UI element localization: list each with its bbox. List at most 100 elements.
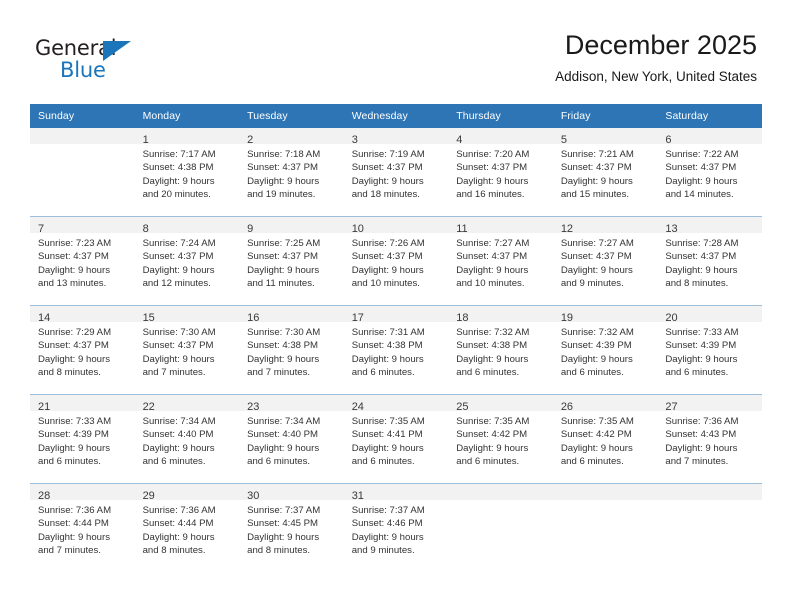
day-number-band: 1 xyxy=(134,128,240,146)
day-details: Sunrise: 7:23 AM Sunset: 4:37 PM Daylight:… xyxy=(30,233,135,290)
day-detail-line: Sunset: 4:44 PM xyxy=(142,518,214,530)
day-detail-line: Sunset: 4:37 PM xyxy=(456,251,528,263)
calendar-day-cell[interactable]: 5 Sunrise: 7:21 AM Sunset: 4:37 PM Daylight… xyxy=(552,128,658,217)
calendar-day-cell[interactable]: 12 Sunrise: 7:27 AM Sunset: 4:37 PM Dayligh… xyxy=(552,216,658,306)
day-details: Sunrise: 7:35 AM Sunset: 4:42 PM Daylight:… xyxy=(448,411,553,468)
day-detail-line: and 12 minutes. xyxy=(142,277,211,289)
day-details: Sunrise: 7:20 AM Sunset: 4:37 PM Daylight:… xyxy=(448,144,553,201)
day-detail-line: and 7 minutes. xyxy=(38,544,101,556)
weekday-header-thursday: Thursday xyxy=(448,104,553,128)
day-detail-line: and 6 minutes. xyxy=(560,366,624,378)
day-detail-line: and 6 minutes. xyxy=(351,366,415,378)
day-details: Sunrise: 7:19 AM Sunset: 4:37 PM Daylight:… xyxy=(344,144,449,201)
day-number-band: 31 xyxy=(343,484,449,502)
day-detail-line: Sunrise: 7:35 AM xyxy=(351,416,425,427)
day-detail-line: and 6 minutes. xyxy=(456,455,520,467)
day-detail-line: Daylight: 9 hours xyxy=(665,264,738,276)
calendar-day-cell[interactable]: 11 Sunrise: 7:27 AM Sunset: 4:37 PM Dayligh… xyxy=(448,216,553,306)
calendar-day-cell[interactable]: 10 Sunrise: 7:26 AM Sunset: 4:37 PM Dayligh… xyxy=(343,216,449,306)
calendar-day-cell[interactable]: 17 Sunrise: 7:31 AM Sunset: 4:38 PM Dayligh… xyxy=(343,305,449,395)
day-number: 25 xyxy=(456,401,469,413)
calendar-day-cell[interactable]: 1 Sunrise: 7:17 AM Sunset: 4:38 PM Daylight… xyxy=(134,128,240,217)
day-number-band: 10 xyxy=(343,217,449,235)
calendar-day-cell[interactable]: 20 Sunrise: 7:33 AM Sunset: 4:39 PM Dayligh… xyxy=(657,305,762,395)
day-detail-line: and 8 minutes. xyxy=(665,277,729,289)
day-detail-line: Sunset: 4:40 PM xyxy=(247,429,319,441)
calendar-day-cell[interactable]: 14 Sunrise: 7:29 AM Sunset: 4:37 PM Dayligh… xyxy=(30,305,135,395)
calendar-day-cell[interactable]: 16 Sunrise: 7:30 AM Sunset: 4:38 PM Dayligh… xyxy=(239,305,344,395)
calendar-day-cell[interactable]: 13 Sunrise: 7:28 AM Sunset: 4:37 PM Dayligh… xyxy=(657,216,762,306)
calendar-day-cell-empty xyxy=(657,483,762,572)
day-detail-line: Sunrise: 7:36 AM xyxy=(142,505,216,516)
day-details: Sunrise: 7:27 AM Sunset: 4:37 PM Daylight:… xyxy=(553,233,658,290)
day-details: Sunrise: 7:36 AM Sunset: 4:43 PM Daylight:… xyxy=(657,411,762,468)
day-details: Sunrise: 7:37 AM Sunset: 4:45 PM Daylight:… xyxy=(239,500,344,557)
day-detail-line: and 7 minutes. xyxy=(142,366,206,378)
calendar-day-cell[interactable]: 2 Sunrise: 7:18 AM Sunset: 4:37 PM Daylight… xyxy=(239,128,344,217)
day-detail-line: Sunset: 4:37 PM xyxy=(38,340,109,352)
day-detail-line: and 6 minutes. xyxy=(247,455,311,467)
calendar-day-cell[interactable]: 24 Sunrise: 7:35 AM Sunset: 4:41 PM Dayligh… xyxy=(343,394,449,484)
calendar-day-cell[interactable]: 31 Sunrise: 7:37 AM Sunset: 4:46 PM Dayligh… xyxy=(343,483,449,572)
day-details: Sunrise: 7:25 AM Sunset: 4:37 PM Daylight:… xyxy=(239,233,344,290)
day-details: Sunrise: 7:30 AM Sunset: 4:38 PM Daylight:… xyxy=(239,322,344,379)
day-detail-line: Daylight: 9 hours xyxy=(560,264,633,276)
day-number: 19 xyxy=(560,312,574,324)
calendar-day-cell[interactable]: 28 Sunrise: 7:36 AM Sunset: 4:44 PM Dayligh… xyxy=(30,483,135,572)
day-detail-line: Sunset: 4:45 PM xyxy=(247,518,319,530)
calendar-day-cell[interactable]: 3 Sunrise: 7:19 AM Sunset: 4:37 PM Daylight… xyxy=(343,128,449,217)
calendar-day-cell[interactable]: 22 Sunrise: 7:34 AM Sunset: 4:40 PM Dayligh… xyxy=(134,394,240,484)
day-detail-line: and 18 minutes. xyxy=(351,188,420,200)
logo-triangle-icon xyxy=(103,41,131,61)
day-number: 7 xyxy=(38,223,45,235)
day-details: Sunrise: 7:22 AM Sunset: 4:37 PM Daylight:… xyxy=(657,144,762,201)
day-number: 6 xyxy=(665,134,672,146)
day-detail-line: Sunrise: 7:32 AM xyxy=(456,327,530,338)
calendar-day-cell[interactable]: 4 Sunrise: 7:20 AM Sunset: 4:37 PM Daylight… xyxy=(448,128,553,217)
calendar-day-cell[interactable]: 8 Sunrise: 7:24 AM Sunset: 4:37 PM Daylight… xyxy=(134,216,240,306)
day-detail-line: Sunset: 4:37 PM xyxy=(142,251,214,263)
calendar-day-cell[interactable]: 23 Sunrise: 7:34 AM Sunset: 4:40 PM Dayligh… xyxy=(239,394,344,484)
calendar-day-cell[interactable]: 9 Sunrise: 7:25 AM Sunset: 4:37 PM Daylight… xyxy=(239,216,344,306)
day-number: 31 xyxy=(351,490,364,502)
day-detail-line: and 10 minutes. xyxy=(456,277,525,289)
day-detail-line: Daylight: 9 hours xyxy=(247,531,320,543)
calendar-day-cell[interactable]: 25 Sunrise: 7:35 AM Sunset: 4:42 PM Dayligh… xyxy=(448,394,553,484)
day-details: Sunrise: 7:33 AM Sunset: 4:39 PM Daylight:… xyxy=(657,322,762,379)
day-detail-line: Sunrise: 7:33 AM xyxy=(665,327,739,338)
calendar-day-cell[interactable]: 15 Sunrise: 7:30 AM Sunset: 4:37 PM Dayligh… xyxy=(134,305,240,395)
day-detail-line: and 9 minutes. xyxy=(560,277,624,289)
calendar-day-cell[interactable]: 6 Sunrise: 7:22 AM Sunset: 4:37 PM Daylight… xyxy=(657,128,762,217)
day-detail-line: Sunrise: 7:24 AM xyxy=(142,238,216,249)
calendar-day-cell[interactable]: 7 Sunrise: 7:23 AM Sunset: 4:37 PM Daylight… xyxy=(30,216,135,306)
generalblue-logo: General Blue xyxy=(35,36,165,84)
day-number: 10 xyxy=(351,223,364,235)
calendar-day-cell[interactable]: 18 Sunrise: 7:32 AM Sunset: 4:38 PM Dayligh… xyxy=(448,305,553,395)
day-details: Sunrise: 7:32 AM Sunset: 4:38 PM Daylight:… xyxy=(448,322,553,379)
calendar-day-cell[interactable]: 30 Sunrise: 7:37 AM Sunset: 4:45 PM Dayligh… xyxy=(239,483,344,572)
day-detail-line: Sunset: 4:38 PM xyxy=(247,340,319,352)
calendar-day-cell-empty xyxy=(552,483,658,572)
day-number-band: 13 xyxy=(657,217,762,235)
calendar-day-cell[interactable]: 21 Sunrise: 7:33 AM Sunset: 4:39 PM Dayligh… xyxy=(30,394,135,484)
day-detail-line: Sunset: 4:37 PM xyxy=(665,251,737,263)
calendar-day-cell[interactable]: 27 Sunrise: 7:36 AM Sunset: 4:43 PM Dayligh… xyxy=(657,394,762,484)
day-number: 28 xyxy=(38,490,51,502)
calendar-day-cell[interactable]: 26 Sunrise: 7:35 AM Sunset: 4:42 PM Dayligh… xyxy=(552,394,658,484)
day-detail-line: Sunrise: 7:17 AM xyxy=(142,149,216,160)
day-number-band: 18 xyxy=(448,306,553,324)
day-details: Sunrise: 7:33 AM Sunset: 4:39 PM Daylight:… xyxy=(30,411,135,468)
day-number-band xyxy=(448,484,553,500)
day-detail-line: Sunset: 4:46 PM xyxy=(351,518,423,530)
day-detail-line: Sunrise: 7:20 AM xyxy=(456,149,530,160)
day-details: Sunrise: 7:29 AM Sunset: 4:37 PM Daylight:… xyxy=(30,322,135,379)
calendar-day-cell[interactable]: 19 Sunrise: 7:32 AM Sunset: 4:39 PM Dayligh… xyxy=(552,305,658,395)
day-detail-line: Sunrise: 7:30 AM xyxy=(142,327,216,338)
calendar-week-row: 14 Sunrise: 7:29 AM Sunset: 4:37 PM Dayligh… xyxy=(30,305,762,395)
day-details: Sunrise: 7:27 AM Sunset: 4:37 PM Daylight:… xyxy=(448,233,553,290)
day-number: 22 xyxy=(142,401,155,413)
day-number-band xyxy=(30,128,135,144)
calendar-day-cell-empty xyxy=(30,128,135,217)
day-detail-line: Daylight: 9 hours xyxy=(247,264,320,276)
calendar-day-cell[interactable]: 29 Sunrise: 7:36 AM Sunset: 4:44 PM Dayligh… xyxy=(134,483,240,572)
